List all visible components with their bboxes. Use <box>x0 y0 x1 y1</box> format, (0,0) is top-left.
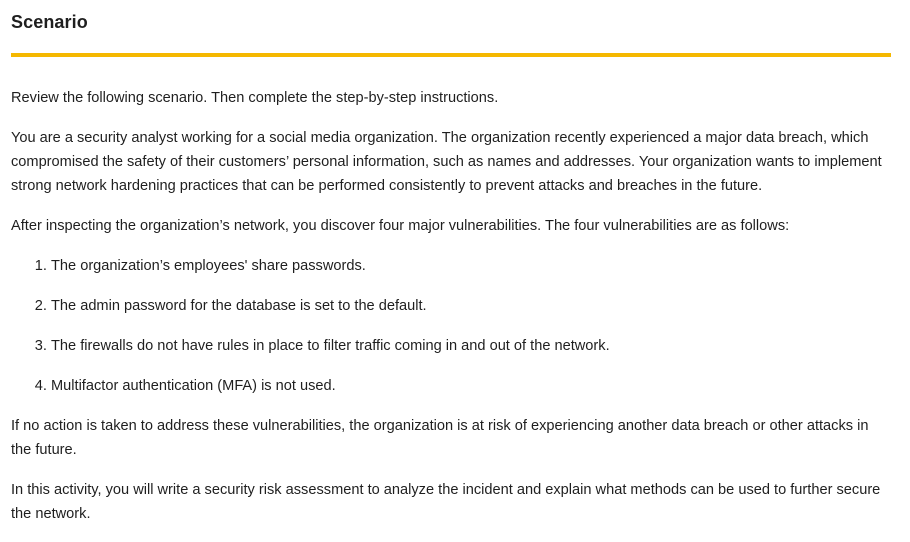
section-heading: Scenario <box>11 12 88 32</box>
scenario-paragraph-3: If no action is taken to address these v… <box>11 418 869 458</box>
scenario-page: Scenario Review the following scenario. … <box>0 0 910 528</box>
list-item: The organization’s employees' share pass… <box>51 254 891 278</box>
scenario-paragraph-2: After inspecting the organization’s netw… <box>11 218 790 234</box>
heading-divider <box>11 53 891 57</box>
scenario-paragraph-4: In this activity, you will write a secur… <box>11 482 881 522</box>
list-item: Multifactor authentication (MFA) is not … <box>51 374 891 398</box>
list-item: The firewalls do not have rules in place… <box>51 334 891 358</box>
list-item: The admin password for the database is s… <box>51 294 891 318</box>
intro-paragraph: Review the following scenario. Then comp… <box>11 90 499 106</box>
scenario-paragraph-1: You are a security analyst working for a… <box>11 130 882 194</box>
vulnerability-list: The organization’s employees' share pass… <box>11 254 891 398</box>
scenario-content: Review the following scenario. Then comp… <box>11 86 891 542</box>
